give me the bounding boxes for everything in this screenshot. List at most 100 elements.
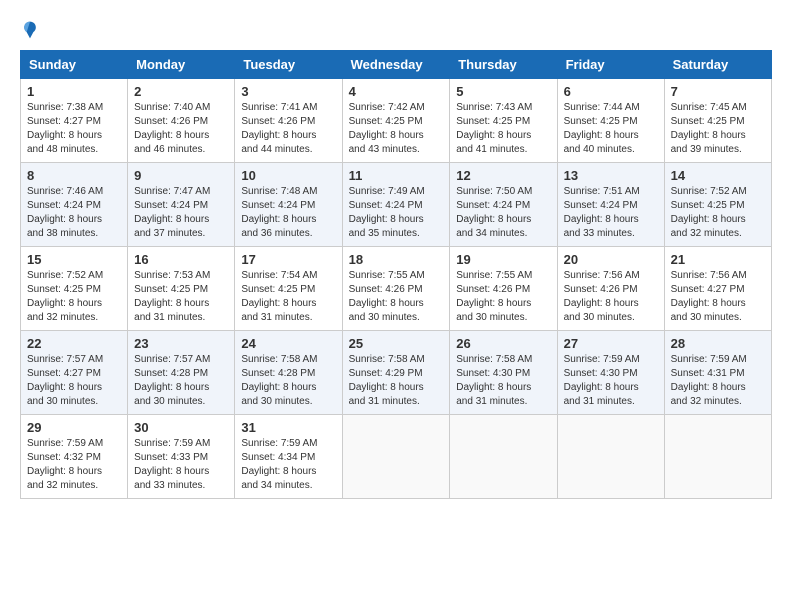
calendar-header-row: Sunday Monday Tuesday Wednesday Thursday… [21, 51, 772, 79]
calendar-cell: 19Sunrise: 7:55 AM Sunset: 4:26 PM Dayli… [450, 247, 557, 331]
col-tuesday: Tuesday [235, 51, 342, 79]
calendar-cell: 15 Sunrise: 7:52 AM Sunset: 4:25 PM Dayli… [21, 247, 128, 331]
day-number: 11 [349, 168, 444, 183]
calendar-cell: 13Sunrise: 7:51 AM Sunset: 4:24 PM Dayli… [557, 163, 664, 247]
day-info: Sunrise: 7:59 AM Sunset: 4:33 PM Dayligh… [134, 437, 228, 493]
day-number: 30 [134, 420, 228, 435]
calendar-cell: 26Sunrise: 7:58 AM Sunset: 4:30 PM Dayli… [450, 331, 557, 415]
day-number: 18 [349, 252, 444, 267]
day-number: 14 [671, 168, 765, 183]
day-number: 2 [134, 84, 228, 99]
calendar-week-row: 22 Sunrise: 7:57 AM Sunset: 4:27 PM Dayli… [21, 331, 772, 415]
day-info: Sunrise: 7:57 AM Sunset: 4:27 PM Dayligh… [27, 353, 121, 409]
logo-icon [20, 20, 40, 40]
day-info: Sunrise: 7:59 AM Sunset: 4:31 PM Dayligh… [671, 353, 765, 409]
calendar-cell: 22 Sunrise: 7:57 AM Sunset: 4:27 PM Dayli… [21, 331, 128, 415]
calendar-week-row: 8 Sunrise: 7:46 AM Sunset: 4:24 PM Daylig… [21, 163, 772, 247]
calendar-cell [450, 415, 557, 499]
calendar-cell: 9 Sunrise: 7:47 AM Sunset: 4:24 PM Daylig… [128, 163, 235, 247]
calendar-cell: 23Sunrise: 7:57 AM Sunset: 4:28 PM Dayli… [128, 331, 235, 415]
day-number: 22 [27, 336, 121, 351]
day-number: 1 [27, 84, 121, 99]
calendar-week-row: 1 Sunrise: 7:38 AM Sunset: 4:27 PM Daylig… [21, 79, 772, 163]
day-info: Sunrise: 7:53 AM Sunset: 4:25 PM Dayligh… [134, 269, 228, 325]
calendar-cell [342, 415, 450, 499]
day-info: Sunrise: 7:52 AM Sunset: 4:25 PM Dayligh… [671, 185, 765, 241]
calendar-week-row: 29 Sunrise: 7:59 AM Sunset: 4:32 PM Dayli… [21, 415, 772, 499]
day-number: 8 [27, 168, 121, 183]
day-number: 27 [564, 336, 658, 351]
day-number: 25 [349, 336, 444, 351]
calendar-cell: 7Sunrise: 7:45 AM Sunset: 4:25 PM Daylig… [664, 79, 771, 163]
day-info: Sunrise: 7:52 AM Sunset: 4:25 PM Dayligh… [27, 269, 121, 325]
calendar-cell: 1 Sunrise: 7:38 AM Sunset: 4:27 PM Daylig… [21, 79, 128, 163]
calendar-cell: 5 Sunrise: 7:43 AM Sunset: 4:25 PM Daylig… [450, 79, 557, 163]
day-number: 4 [349, 84, 444, 99]
calendar-cell: 31 Sunrise: 7:59 AM Sunset: 4:34 PM Dayli… [235, 415, 342, 499]
day-info: Sunrise: 7:44 AM Sunset: 4:25 PM Dayligh… [564, 101, 658, 157]
calendar-week-row: 15 Sunrise: 7:52 AM Sunset: 4:25 PM Dayli… [21, 247, 772, 331]
day-number: 15 [27, 252, 121, 267]
calendar: Sunday Monday Tuesday Wednesday Thursday… [20, 50, 772, 499]
day-number: 3 [241, 84, 335, 99]
calendar-cell: 24 Sunrise: 7:58 AM Sunset: 4:28 PM Dayli… [235, 331, 342, 415]
calendar-cell: 25 Sunrise: 7:58 AM Sunset: 4:29 PM Dayli… [342, 331, 450, 415]
calendar-cell: 18Sunrise: 7:55 AM Sunset: 4:26 PM Dayli… [342, 247, 450, 331]
day-info: Sunrise: 7:40 AM Sunset: 4:26 PM Dayligh… [134, 101, 228, 157]
day-info: Sunrise: 7:59 AM Sunset: 4:34 PM Dayligh… [241, 437, 335, 493]
calendar-cell: 10 Sunrise: 7:48 AM Sunset: 4:24 PM Dayli… [235, 163, 342, 247]
calendar-cell [557, 415, 664, 499]
calendar-cell: 27 Sunrise: 7:59 AM Sunset: 4:30 PM Dayli… [557, 331, 664, 415]
day-info: Sunrise: 7:47 AM Sunset: 4:24 PM Dayligh… [134, 185, 228, 241]
day-number: 28 [671, 336, 765, 351]
day-number: 6 [564, 84, 658, 99]
day-info: Sunrise: 7:55 AM Sunset: 4:26 PM Dayligh… [456, 269, 550, 325]
day-info: Sunrise: 7:54 AM Sunset: 4:25 PM Dayligh… [241, 269, 335, 325]
day-number: 31 [241, 420, 335, 435]
day-number: 9 [134, 168, 228, 183]
day-info: Sunrise: 7:41 AM Sunset: 4:26 PM Dayligh… [241, 101, 335, 157]
day-info: Sunrise: 7:48 AM Sunset: 4:24 PM Dayligh… [241, 185, 335, 241]
day-info: Sunrise: 7:49 AM Sunset: 4:24 PM Dayligh… [349, 185, 444, 241]
day-info: Sunrise: 7:56 AM Sunset: 4:27 PM Dayligh… [671, 269, 765, 325]
day-number: 16 [134, 252, 228, 267]
col-wednesday: Wednesday [342, 51, 450, 79]
day-info: Sunrise: 7:58 AM Sunset: 4:29 PM Dayligh… [349, 353, 444, 409]
day-info: Sunrise: 7:59 AM Sunset: 4:30 PM Dayligh… [564, 353, 658, 409]
day-info: Sunrise: 7:42 AM Sunset: 4:25 PM Dayligh… [349, 101, 444, 157]
calendar-cell: 8 Sunrise: 7:46 AM Sunset: 4:24 PM Daylig… [21, 163, 128, 247]
day-info: Sunrise: 7:43 AM Sunset: 4:25 PM Dayligh… [456, 101, 550, 157]
calendar-cell: 2 Sunrise: 7:40 AM Sunset: 4:26 PM Daylig… [128, 79, 235, 163]
day-info: Sunrise: 7:56 AM Sunset: 4:26 PM Dayligh… [564, 269, 658, 325]
col-thursday: Thursday [450, 51, 557, 79]
day-number: 29 [27, 420, 121, 435]
day-info: Sunrise: 7:45 AM Sunset: 4:25 PM Dayligh… [671, 101, 765, 157]
day-number: 5 [456, 84, 550, 99]
calendar-cell: 4 Sunrise: 7:42 AM Sunset: 4:25 PM Daylig… [342, 79, 450, 163]
day-number: 24 [241, 336, 335, 351]
day-number: 21 [671, 252, 765, 267]
day-info: Sunrise: 7:38 AM Sunset: 4:27 PM Dayligh… [27, 101, 121, 157]
col-saturday: Saturday [664, 51, 771, 79]
calendar-cell: 29 Sunrise: 7:59 AM Sunset: 4:32 PM Dayli… [21, 415, 128, 499]
logo [20, 20, 44, 40]
day-number: 13 [564, 168, 658, 183]
day-info: Sunrise: 7:46 AM Sunset: 4:24 PM Dayligh… [27, 185, 121, 241]
day-number: 10 [241, 168, 335, 183]
calendar-cell: 28 Sunrise: 7:59 AM Sunset: 4:31 PM Dayli… [664, 331, 771, 415]
day-info: Sunrise: 7:58 AM Sunset: 4:30 PM Dayligh… [456, 353, 550, 409]
calendar-cell: 14 Sunrise: 7:52 AM Sunset: 4:25 PM Dayli… [664, 163, 771, 247]
calendar-cell: 16 Sunrise: 7:53 AM Sunset: 4:25 PM Dayli… [128, 247, 235, 331]
calendar-cell: 11 Sunrise: 7:49 AM Sunset: 4:24 PM Dayli… [342, 163, 450, 247]
calendar-cell: 30 Sunrise: 7:59 AM Sunset: 4:33 PM Dayli… [128, 415, 235, 499]
day-info: Sunrise: 7:58 AM Sunset: 4:28 PM Dayligh… [241, 353, 335, 409]
day-number: 17 [241, 252, 335, 267]
day-info: Sunrise: 7:59 AM Sunset: 4:32 PM Dayligh… [27, 437, 121, 493]
day-number: 23 [134, 336, 228, 351]
day-number: 20 [564, 252, 658, 267]
col-monday: Monday [128, 51, 235, 79]
calendar-cell: 21 Sunrise: 7:56 AM Sunset: 4:27 PM Dayli… [664, 247, 771, 331]
header [20, 20, 772, 40]
calendar-cell: 17 Sunrise: 7:54 AM Sunset: 4:25 PM Dayli… [235, 247, 342, 331]
calendar-cell: 3 Sunrise: 7:41 AM Sunset: 4:26 PM Daylig… [235, 79, 342, 163]
